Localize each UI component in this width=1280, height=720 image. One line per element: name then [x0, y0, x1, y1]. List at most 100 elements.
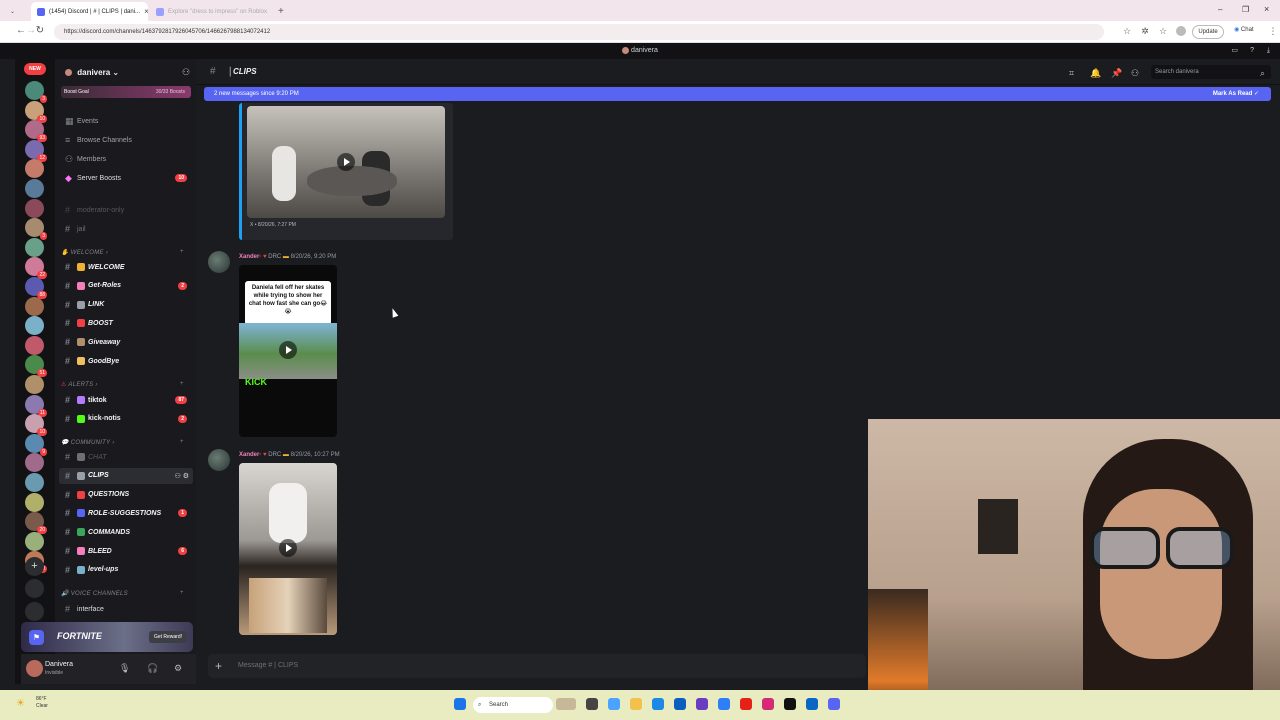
server-icon[interactable]: [25, 375, 44, 394]
settings-gear-icon[interactable]: ⚙: [174, 663, 182, 674]
sidebar-item-members[interactable]: ⚇ Members: [59, 151, 193, 167]
server-icon[interactable]: 12: [25, 139, 47, 162]
extension-icon[interactable]: ✲: [1140, 26, 1150, 36]
category-community[interactable]: 💬 COMMUNITY › +: [61, 439, 184, 446]
add-attachment-icon[interactable]: +: [215, 654, 222, 678]
server-icon[interactable]: [25, 198, 44, 218]
server-icon[interactable]: [25, 531, 44, 551]
author-name[interactable]: Xander·: [239, 254, 261, 260]
channel-commands[interactable]: # COMMANDS: [59, 524, 193, 540]
taskbar-search[interactable]: ⌕ Search: [473, 697, 553, 713]
close-window-icon[interactable]: ×: [1264, 4, 1269, 14]
tab-list-button[interactable]: ⌄: [4, 2, 16, 21]
channel-giveaway[interactable]: # Giveaway: [59, 334, 193, 350]
sidebar-item-browse-channels[interactable]: ≡ Browse Channels: [59, 132, 193, 148]
youtube-icon[interactable]: [740, 698, 752, 710]
download-apps-icon[interactable]: [25, 602, 44, 621]
profile-avatar[interactable]: [1176, 26, 1186, 36]
minimize-icon[interactable]: –: [1218, 5, 1222, 14]
mark-as-read-button[interactable]: Mark As Read ✓: [1213, 87, 1259, 101]
channel-interface[interactable]: # interface: [59, 601, 193, 617]
server-icon[interactable]: 9: [25, 433, 47, 456]
tab-discord[interactable]: (1454) Discord | # | CLIPS | dani... ×: [31, 2, 148, 21]
server-header[interactable]: danivera ⌄ ⚇: [55, 59, 196, 85]
store-icon[interactable]: [674, 698, 686, 710]
server-icon[interactable]: 93: [25, 120, 47, 143]
update-button[interactable]: Update: [1192, 25, 1224, 39]
sidebar-item-events[interactable]: ▦ Events: [59, 113, 193, 129]
close-icon[interactable]: ×: [140, 7, 148, 16]
channel-chat[interactable]: # CHAT: [59, 449, 193, 465]
avatar[interactable]: [208, 251, 230, 273]
video-attachment[interactable]: [239, 463, 337, 635]
widgets-icon[interactable]: [556, 698, 576, 710]
invite-icon[interactable]: ⚇: [182, 67, 190, 78]
fortnite-promo-banner[interactable]: ⚑ FORTNITE Get Reward!: [21, 622, 193, 652]
channel-level-ups[interactable]: # level-ups: [59, 562, 193, 578]
app-icon[interactable]: [806, 698, 818, 710]
play-icon[interactable]: [279, 539, 297, 557]
embed-video-thumbnail[interactable]: [247, 106, 445, 218]
avatar[interactable]: [208, 449, 230, 471]
more-icon[interactable]: ⋮: [1268, 26, 1278, 36]
inbox-icon[interactable]: ▭: [1231, 43, 1238, 59]
add-channel-icon[interactable]: +: [180, 249, 184, 255]
server-icon[interactable]: [25, 316, 44, 336]
browser-icon[interactable]: [718, 698, 730, 710]
play-icon[interactable]: [279, 341, 297, 359]
server-icon[interactable]: 22: [25, 257, 47, 280]
sidebar-item-server-boosts[interactable]: ◆ Server Boosts 10: [59, 170, 193, 186]
channel-welcome[interactable]: # WELCOME: [59, 259, 193, 275]
channel-settings-icon[interactable]: ⚇ ⚙: [175, 472, 190, 480]
channel-role-suggestions[interactable]: # ROLE-SUGGESTIONS 1: [59, 505, 193, 521]
channel-kick-notis[interactable]: # kick-notis 2: [59, 411, 193, 427]
channel-bleed[interactable]: # BLEED 6: [59, 543, 193, 559]
server-icon[interactable]: 88: [25, 277, 47, 299]
app-icon[interactable]: [696, 698, 708, 710]
channel-boost[interactable]: # BOOST: [59, 315, 193, 331]
add-channel-icon[interactable]: +: [180, 439, 184, 445]
video-attachment[interactable]: Daniela fell off her skates while trying…: [239, 265, 337, 437]
restore-icon[interactable]: ❐: [1242, 5, 1249, 14]
download-icon[interactable]: ⤓: [1267, 43, 1270, 59]
server-icon[interactable]: 10: [25, 100, 47, 123]
add-channel-icon[interactable]: +: [180, 381, 184, 387]
server-icon[interactable]: [25, 159, 44, 179]
server-icon[interactable]: 11: [25, 394, 47, 417]
copilot-icon[interactable]: [608, 698, 620, 710]
search-input[interactable]: Search danivera: [1151, 65, 1271, 79]
channel-questions[interactable]: # QUESTIONS: [59, 487, 193, 503]
favorites-icon[interactable]: ☆: [1158, 26, 1168, 36]
new-tab-button[interactable]: +: [272, 2, 286, 21]
channel-clips[interactable]: # CLIPS ⚇ ⚙: [59, 467, 193, 484]
add-server-icon[interactable]: +: [25, 557, 44, 576]
tab-roblox[interactable]: Explore "dress to impress" on Roblox ×: [150, 2, 267, 21]
category-voice[interactable]: 🔊 VOICE CHANNELS +: [61, 590, 184, 597]
play-icon[interactable]: [337, 153, 355, 171]
message-input[interactable]: + Message # | CLIPS: [208, 654, 866, 678]
new-badge[interactable]: NEW: [24, 63, 46, 75]
discord-icon[interactable]: [828, 698, 840, 710]
server-icon[interactable]: 51: [25, 355, 47, 378]
instagram-icon[interactable]: [762, 698, 774, 710]
notification-bell-icon[interactable]: 🔔: [1090, 68, 1101, 79]
server-icon[interactable]: [25, 453, 44, 473]
server-icon[interactable]: [25, 473, 44, 492]
copilot-chat-button[interactable]: ◉ Chat: [1234, 26, 1254, 33]
server-icon[interactable]: [25, 179, 44, 198]
channel-goodbye[interactable]: # GoodBye: [59, 353, 193, 369]
boost-goal-bar[interactable]: Boost Goal 30/33 Boosts: [61, 86, 191, 98]
threads-icon[interactable]: ⌗: [1069, 68, 1074, 79]
help-icon[interactable]: ?: [1250, 43, 1254, 59]
server-icon[interactable]: [25, 296, 44, 316]
task-view-icon[interactable]: [586, 698, 598, 710]
microphone-icon[interactable]: 🎙: [119, 663, 130, 674]
category-welcome[interactable]: ✋ WELCOME › +: [61, 249, 184, 256]
channel-link[interactable]: # LINK: [59, 297, 193, 313]
author-name[interactable]: Xander·: [239, 452, 261, 458]
discover-icon[interactable]: [25, 579, 44, 598]
category-alerts[interactable]: ⚠ ALERTS › +: [61, 381, 184, 388]
edge-icon[interactable]: [652, 698, 664, 710]
new-messages-banner[interactable]: 2 new messages since 9:20 PM Mark As Rea…: [204, 87, 1271, 101]
server-icon[interactable]: [25, 237, 44, 257]
